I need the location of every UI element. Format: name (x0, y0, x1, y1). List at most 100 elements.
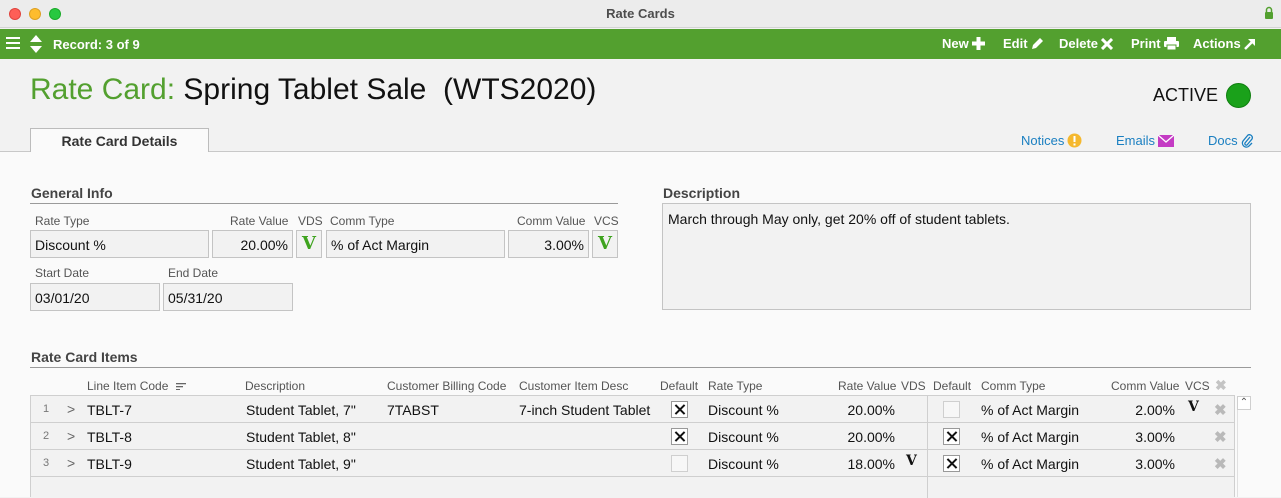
notices-link[interactable]: Notices (1021, 133, 1082, 148)
docs-link[interactable]: Docs (1208, 133, 1254, 148)
table-row[interactable]: 2 > TBLT-8 Student Tablet, 8" Discount %… (31, 423, 1234, 450)
table-row[interactable]: 3 > TBLT-9 Student Tablet, 9" Discount %… (31, 450, 1234, 477)
cell-rate-value[interactable]: 18.00% (831, 456, 895, 472)
default-checkbox[interactable] (671, 401, 688, 418)
cell-comm-value[interactable]: 3.00% (1111, 456, 1175, 472)
default-checkbox[interactable] (671, 455, 688, 472)
tab-rate-card-details[interactable]: Rate Card Details (30, 128, 209, 152)
cell-rate-type[interactable]: Discount % (708, 402, 779, 418)
comm-type-field[interactable]: % of Act Margin (326, 230, 505, 258)
notices-link-label: Notices (1021, 133, 1065, 148)
cell-comm-type[interactable]: % of Act Margin (981, 402, 1079, 418)
cell-rate-type[interactable]: Discount % (708, 456, 779, 472)
rate-card-items-grid: Line Item Code Description Customer Bill… (30, 376, 1251, 498)
new-button-label: New (942, 36, 969, 51)
col-line-item-code-label: Line Item Code (87, 379, 169, 393)
plus-icon (971, 37, 985, 50)
row-number: 3 (42, 457, 50, 469)
lock-icon (1265, 6, 1273, 19)
description-textarea[interactable]: March through May only, get 20% off of s… (662, 203, 1251, 310)
window-title: Rate Cards (606, 6, 675, 21)
description-title: Description (663, 185, 741, 201)
warning-icon (1067, 133, 1082, 148)
cell-rate-value[interactable]: 20.00% (831, 429, 895, 445)
status-label: ACTIVE (1152, 85, 1218, 105)
expand-row-icon[interactable]: > (67, 455, 75, 471)
end-date-field[interactable]: 05/31/20 (163, 283, 293, 311)
cell-line-item-code[interactable]: TBLT-8 (87, 429, 132, 445)
default-checkbox[interactable] (671, 428, 688, 445)
record-counter: Record: 3 of 9 (53, 37, 140, 52)
page-title: Rate Card: Spring Tablet Sale (WTS2020) (30, 73, 596, 107)
vds-checkbox[interactable]: V (296, 230, 322, 258)
actions-button[interactable]: Actions (1193, 36, 1256, 51)
expand-row-icon[interactable]: > (67, 428, 75, 444)
delete-row-icon[interactable]: ✖ (1214, 455, 1227, 473)
status-dot-icon (1226, 83, 1251, 108)
row-number: 2 (42, 430, 50, 442)
cell-line-item-code[interactable]: TBLT-9 (87, 456, 132, 472)
comm-type-label: Comm Type (330, 214, 395, 228)
print-button[interactable]: Print (1131, 36, 1179, 51)
comm-value-field[interactable]: 3.00% (508, 230, 589, 258)
vertical-scrollbar[interactable] (1237, 410, 1251, 497)
vcs-label: VCS (594, 214, 619, 228)
vcs-check-mark[interactable]: V (1188, 400, 1199, 414)
cell-customer-billing-code[interactable]: 7TABST (387, 402, 439, 418)
default-2-checkbox[interactable] (943, 401, 960, 418)
delete-all-icon[interactable]: ✖ (1215, 377, 1227, 397)
delete-row-icon[interactable]: ✖ (1214, 428, 1227, 446)
items-grid-body: 1 > TBLT-7 Student Tablet, 7" 7TABST 7-i… (30, 395, 1235, 498)
default-2-checkbox[interactable] (943, 455, 960, 472)
table-row[interactable]: 1 > TBLT-7 Student Tablet, 7" 7TABST 7-i… (31, 396, 1234, 423)
rate-type-field[interactable]: Discount % (30, 230, 209, 258)
cell-description[interactable]: Student Tablet, 7" (246, 402, 356, 418)
vds-check-mark: V (302, 233, 316, 254)
page-title-label: Rate Card: (30, 73, 176, 106)
cell-description[interactable]: Student Tablet, 9" (246, 456, 356, 472)
scroll-up-chevron-icon[interactable]: ⌃ (1237, 396, 1251, 410)
rate-type-label: Rate Type (35, 214, 90, 228)
cell-customer-item-desc[interactable]: 7-inch Student Tablet (519, 402, 650, 418)
expand-row-icon[interactable]: > (67, 401, 75, 417)
general-info-rule (30, 203, 618, 204)
edit-button-label: Edit (1003, 36, 1028, 51)
default-2-checkbox[interactable] (943, 428, 960, 445)
delete-row-icon[interactable]: ✖ (1214, 401, 1227, 419)
cell-comm-type[interactable]: % of Act Margin (981, 456, 1079, 472)
cell-line-item-code[interactable]: TBLT-7 (87, 402, 132, 418)
rate-value-field[interactable]: 20.00% (212, 230, 293, 258)
comm-value-label: Comm Value (517, 214, 586, 228)
start-date-label: Start Date (35, 266, 90, 280)
page-title-name: Spring Tablet Sale (WTS2020) (183, 73, 597, 106)
print-button-label: Print (1131, 36, 1161, 51)
cell-comm-value[interactable]: 2.00% (1111, 402, 1175, 418)
printer-icon (1163, 37, 1179, 50)
cell-comm-value[interactable]: 3.00% (1111, 429, 1175, 445)
cell-comm-type[interactable]: % of Act Margin (981, 429, 1079, 445)
paperclip-icon (1241, 133, 1253, 148)
cell-rate-type[interactable]: Discount % (708, 429, 779, 445)
row-number: 1 (42, 403, 50, 415)
envelope-icon (1158, 134, 1175, 147)
edit-button[interactable]: Edit (1003, 36, 1044, 51)
delete-button[interactable]: Delete (1059, 36, 1114, 51)
vcs-check-mark: V (598, 233, 612, 254)
start-date-field[interactable]: 03/01/20 (30, 283, 160, 311)
new-button[interactable]: New (942, 36, 985, 51)
rate-card-items-rule (30, 367, 1251, 368)
window-titlebar: Rate Cards (0, 0, 1281, 28)
rate-card-items-title: Rate Card Items (31, 349, 138, 365)
general-info-title: General Info (31, 185, 113, 201)
x-icon (1101, 37, 1114, 50)
docs-link-label: Docs (1208, 133, 1238, 148)
cell-rate-value[interactable]: 20.00% (831, 402, 895, 418)
cell-description[interactable]: Student Tablet, 8" (246, 429, 356, 445)
vds-check-mark[interactable]: V (906, 454, 917, 468)
record-navigation-arrows-icon[interactable] (29, 34, 43, 54)
rate-value-label: Rate Value (230, 214, 289, 228)
emails-link[interactable]: Emails (1116, 133, 1175, 148)
pencil-icon (1031, 38, 1043, 49)
vcs-checkbox[interactable]: V (592, 230, 618, 258)
hamburger-menu-icon[interactable] (6, 36, 20, 50)
